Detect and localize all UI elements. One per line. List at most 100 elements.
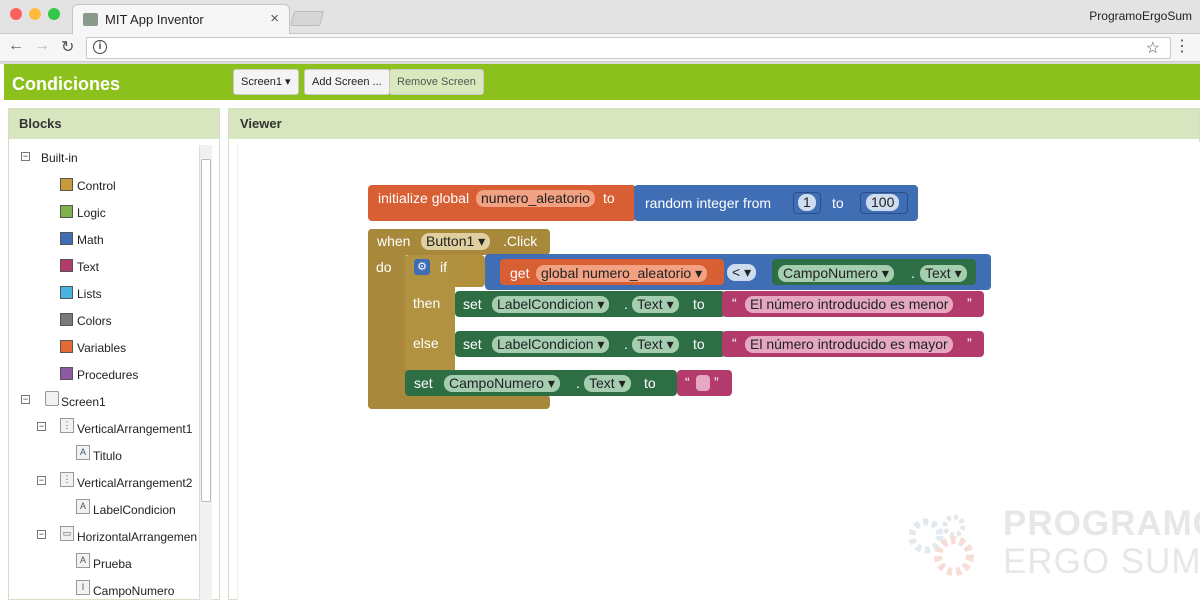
var-name-field[interactable]: numero_aleatorio	[476, 190, 595, 207]
screen-select-dropdown[interactable]: Screen1 ▾	[233, 69, 299, 95]
random-label: random integer from	[645, 195, 772, 211]
else-label: else	[413, 335, 439, 351]
category-colors[interactable]: Colors	[77, 314, 112, 328]
tree-builtin[interactable]: Built-in	[41, 151, 78, 165]
browser-tab[interactable]: MIT App Inventor ×	[72, 4, 290, 35]
watermark-text: PROGRAMO ERGO SUM	[1003, 505, 1200, 581]
event-footer	[368, 395, 550, 409]
watermark-gears-icon	[896, 506, 986, 586]
back-arrow-icon[interactable]: ←	[8, 37, 24, 55]
tab-title: MIT App Inventor	[105, 12, 204, 27]
maximize-window-button[interactable]	[48, 8, 60, 20]
tree-prueba[interactable]: Prueba	[93, 557, 132, 571]
to-value[interactable]: 100	[866, 194, 900, 211]
set-component-name: LabelCondicion	[497, 336, 594, 352]
category-variables[interactable]: Variables	[77, 341, 126, 355]
set-component-dropdown[interactable]: LabelCondicion ▾	[492, 336, 610, 353]
category-math[interactable]: Math	[77, 233, 104, 247]
tree-horizontalarrangement[interactable]: HorizontalArrangemen	[77, 530, 198, 544]
collapse-screen1-icon[interactable]: −	[21, 395, 30, 404]
project-toolbar: Condiciones Screen1 ▾ Add Screen ... Rem…	[4, 64, 1200, 100]
profile-name[interactable]: ProgramoErgoSum	[1089, 9, 1192, 23]
set-property-dropdown[interactable]: Text ▾	[632, 336, 679, 353]
info-icon[interactable]: i	[93, 40, 107, 54]
component-dropdown[interactable]: CampoNumero ▾	[778, 265, 894, 282]
event-spine	[368, 229, 406, 409]
tree-titulo[interactable]: Titulo	[93, 449, 122, 463]
operator-dropdown[interactable]: < ▾	[727, 264, 757, 281]
property-dropdown[interactable]: Text ▾	[920, 265, 967, 282]
tree-camponumero[interactable]: CampoNumero	[93, 584, 174, 598]
set-component-dropdown[interactable]: LabelCondicion ▾	[492, 296, 610, 313]
label-icon: A	[76, 445, 90, 460]
text-menor[interactable]: El número introducido es menor	[745, 296, 954, 313]
set-campo-dropdown[interactable]: CampoNumero ▾	[444, 375, 560, 392]
close-tab-icon[interactable]: ×	[270, 10, 279, 27]
close-quote: ”	[967, 295, 972, 311]
dot-label: .	[911, 265, 915, 281]
reload-icon[interactable]: ↻	[61, 37, 74, 57]
address-bar[interactable]: i ☆	[86, 37, 1171, 59]
if-spine	[405, 255, 455, 373]
browser-menu-icon[interactable]: ⋮	[1174, 36, 1190, 56]
vertical-arrangement-icon: ⋮	[60, 472, 74, 487]
category-swatch-icon	[60, 205, 73, 218]
tree-verticalarrangement1[interactable]: VerticalArrangement1	[77, 422, 192, 436]
close-quote: ”	[967, 335, 972, 351]
tree-screen1[interactable]: Screen1	[61, 395, 106, 409]
init-label: initialize global	[378, 190, 470, 206]
tree-verticalarrangement2[interactable]: VerticalArrangement2	[77, 476, 192, 490]
horizontal-arrangement-icon: ▭	[60, 526, 74, 541]
get-var-dropdown[interactable]: global numero_aleatorio ▾	[536, 265, 708, 282]
close-window-button[interactable]	[10, 8, 22, 20]
project-name: Condiciones	[12, 74, 121, 94]
forward-arrow-icon[interactable]: →	[34, 37, 50, 55]
operator: <	[732, 264, 741, 280]
collapse-ha-icon[interactable]: −	[37, 530, 46, 539]
category-swatch-icon	[60, 340, 73, 353]
button-dropdown[interactable]: Button1 ▾	[421, 233, 491, 250]
category-control[interactable]: Control	[77, 179, 116, 193]
new-tab-button[interactable]	[289, 11, 325, 26]
empty-text-field[interactable]	[696, 375, 710, 391]
category-procedures[interactable]: Procedures	[77, 368, 138, 382]
set-label: set	[463, 296, 482, 312]
tree-labelcondicion[interactable]: LabelCondicion	[93, 503, 176, 517]
open-quote: “	[732, 335, 737, 351]
collapse-va2-icon[interactable]: −	[37, 476, 46, 485]
bookmark-star-icon[interactable]: ☆	[1146, 38, 1160, 58]
set-campo-name: CampoNumero	[449, 375, 544, 391]
then-label: then	[413, 295, 441, 311]
minimize-window-button[interactable]	[29, 8, 41, 20]
add-screen-button[interactable]: Add Screen ...	[304, 69, 390, 95]
category-swatch-icon	[60, 367, 73, 380]
set-to-label: to	[693, 336, 705, 352]
dot-label: .	[576, 375, 580, 391]
text-mayor[interactable]: El número introducido es mayor	[745, 336, 953, 353]
vertical-arrangement-icon: ⋮	[60, 418, 74, 433]
dot-label: .	[624, 296, 628, 312]
blocks-panel-title: Blocks	[9, 109, 219, 139]
set-to-label: to	[693, 296, 705, 312]
from-value[interactable]: 1	[798, 194, 816, 211]
category-lists[interactable]: Lists	[77, 287, 102, 301]
set-campo-property[interactable]: Text ▾	[584, 375, 631, 392]
gear-icon[interactable]: ⚙	[414, 259, 430, 275]
click-label: .Click	[503, 233, 538, 249]
category-logic[interactable]: Logic	[77, 206, 106, 220]
collapse-builtin-icon[interactable]: −	[21, 152, 30, 161]
remove-screen-button[interactable]: Remove Screen	[389, 69, 484, 95]
when-label: when	[377, 233, 411, 249]
collapse-va1-icon[interactable]: −	[37, 422, 46, 431]
category-swatch-icon	[60, 286, 73, 299]
blocks-scrollbar[interactable]	[199, 145, 212, 600]
scrollbar-thumb[interactable]	[201, 159, 211, 502]
screen-select-label: Screen1	[241, 76, 282, 88]
set-property-dropdown[interactable]: Text ▾	[632, 296, 679, 313]
browser-navbar: ← → ↻ i ☆ ⋮	[0, 34, 1200, 62]
category-text[interactable]: Text	[77, 260, 99, 274]
set-property-name: Text	[637, 296, 663, 312]
category-swatch-icon	[60, 178, 73, 191]
label-icon: A	[76, 553, 90, 568]
if-label: if	[440, 259, 447, 275]
